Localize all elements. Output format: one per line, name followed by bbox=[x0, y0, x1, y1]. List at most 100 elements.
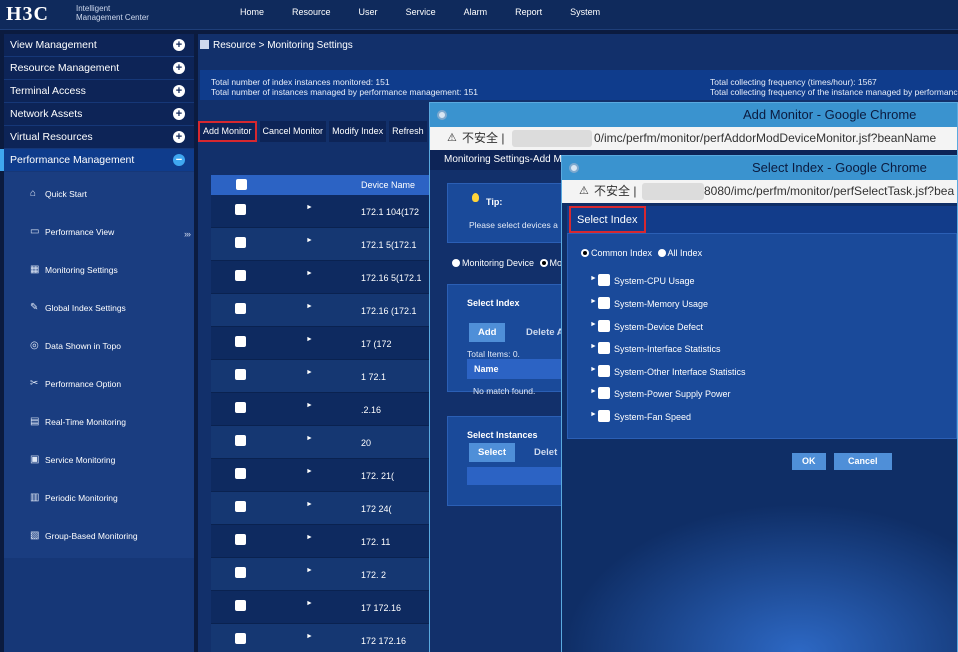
delete-instances-button[interactable]: Delet bbox=[534, 447, 557, 458]
row-checkbox[interactable] bbox=[235, 435, 246, 446]
dialog-titlebar[interactable]: Select Index - Google Chrome bbox=[562, 156, 957, 180]
table-row[interactable]: ► 172. 11 bbox=[211, 525, 441, 558]
index-checkbox[interactable] bbox=[598, 365, 610, 377]
sidebar-item-performance-view[interactable]: ▭ Performance View ››› bbox=[4, 216, 194, 254]
warning-icon[interactable]: ⚠ bbox=[579, 180, 589, 203]
dialog-titlebar[interactable]: Add Monitor - Google Chrome bbox=[430, 103, 957, 127]
menu-performance-management[interactable]: Performance Management − bbox=[0, 149, 194, 171]
table-row[interactable]: ► 172 172.16 bbox=[211, 624, 441, 652]
nav-resource[interactable]: Resource bbox=[278, 0, 345, 26]
sidebar-item-periodic-monitoring[interactable]: ▥ Periodic Monitoring bbox=[4, 482, 194, 520]
nav-home[interactable]: Home bbox=[226, 0, 278, 26]
expand-triangle-icon[interactable]: ► bbox=[590, 318, 597, 332]
name-column-header[interactable]: Name bbox=[467, 359, 569, 379]
expand-triangle-icon[interactable]: ► bbox=[590, 272, 597, 286]
index-checkbox[interactable] bbox=[598, 342, 610, 354]
plus-icon[interactable]: + bbox=[173, 85, 185, 97]
expand-triangle-icon[interactable]: ► bbox=[590, 363, 597, 377]
row-checkbox[interactable] bbox=[235, 336, 246, 347]
nav-alarm[interactable]: Alarm bbox=[450, 0, 502, 26]
expand-triangle-icon[interactable]: ► bbox=[590, 385, 597, 399]
all-index-radio[interactable] bbox=[657, 249, 666, 257]
table-row[interactable]: ► 17 172.16 bbox=[211, 591, 441, 624]
address-bar[interactable]: ⚠ 不安全 | 8080/imc/perfm/monitor/perfSelec… bbox=[562, 180, 957, 203]
nav-user[interactable]: User bbox=[345, 0, 392, 26]
address-url[interactable]: 8080/imc/perfm/monitor/perfSelectTask.js… bbox=[704, 180, 954, 203]
index-checkbox[interactable] bbox=[598, 320, 610, 332]
row-checkbox[interactable] bbox=[235, 600, 246, 611]
sidebar-item-monitoring-settings[interactable]: ▦ Monitoring Settings bbox=[4, 254, 194, 292]
sidebar-item-group-based-monitoring[interactable]: ▧ Group-Based Monitoring bbox=[4, 520, 194, 558]
table-row[interactable]: ► 20 bbox=[211, 426, 441, 459]
expand-arrows-icon[interactable]: ››› bbox=[184, 218, 191, 250]
plus-icon[interactable]: + bbox=[173, 62, 185, 74]
monitoring-device-radio[interactable] bbox=[452, 259, 460, 267]
select-all-checkbox[interactable] bbox=[236, 179, 247, 190]
cancel-monitor-button[interactable]: Cancel Monitor bbox=[259, 121, 327, 142]
minus-icon[interactable]: − bbox=[173, 154, 185, 166]
h3c-logo[interactable]: H3C bbox=[6, 3, 49, 26]
index-checkbox[interactable] bbox=[598, 297, 610, 309]
breadcrumb-text[interactable]: Resource > Monitoring Settings bbox=[213, 40, 353, 51]
menu-network-assets[interactable]: Network Assets + bbox=[4, 103, 194, 125]
row-checkbox[interactable] bbox=[235, 534, 246, 545]
expand-arrow-icon[interactable]: ► bbox=[306, 402, 313, 409]
sidebar-item-global-index-settings[interactable]: ✎ Global Index Settings bbox=[4, 292, 194, 330]
refresh-button[interactable]: Refresh bbox=[389, 121, 427, 142]
nav-system[interactable]: System bbox=[556, 0, 614, 26]
table-row[interactable]: ► 172.16 (172.1 bbox=[211, 294, 441, 327]
expand-arrow-icon[interactable]: ► bbox=[306, 600, 313, 607]
nav-report[interactable]: Report bbox=[501, 0, 556, 26]
modify-index-button[interactable]: Modify Index bbox=[329, 121, 387, 142]
expand-arrow-icon[interactable]: ► bbox=[306, 468, 313, 475]
plus-icon[interactable]: + bbox=[173, 131, 185, 143]
table-row[interactable]: ► 172. 21( bbox=[211, 459, 441, 492]
menu-virtual-resources[interactable]: Virtual Resources + bbox=[4, 126, 194, 148]
table-row[interactable]: ► 172. 2 bbox=[211, 558, 441, 591]
plus-icon[interactable]: + bbox=[173, 108, 185, 120]
index-checkbox[interactable] bbox=[598, 410, 610, 422]
sidebar-item-real-time-monitoring[interactable]: ▤ Real-Time Monitoring bbox=[4, 406, 194, 444]
expand-arrow-icon[interactable]: ► bbox=[306, 204, 313, 211]
select-button[interactable]: Select bbox=[469, 443, 515, 462]
sidebar-item-service-monitoring[interactable]: ▣ Service Monitoring bbox=[4, 444, 194, 482]
sidebar-item-performance-option[interactable]: ✂ Performance Option bbox=[4, 368, 194, 406]
expand-arrow-icon[interactable]: ► bbox=[306, 270, 313, 277]
table-row[interactable]: ► 1 72.1 bbox=[211, 360, 441, 393]
row-checkbox[interactable] bbox=[235, 501, 246, 512]
row-checkbox[interactable] bbox=[235, 369, 246, 380]
expand-arrow-icon[interactable]: ► bbox=[306, 237, 313, 244]
table-row[interactable]: ► 172 24( bbox=[211, 492, 441, 525]
expand-arrow-icon[interactable]: ► bbox=[306, 369, 313, 376]
address-bar[interactable]: ⚠ 不安全 | 0/imc/perfm/monitor/perfAddorMod… bbox=[430, 127, 957, 150]
nav-service[interactable]: Service bbox=[392, 0, 450, 26]
table-row[interactable]: ► 172.16 5(172.1 bbox=[211, 261, 441, 294]
menu-resource-management[interactable]: Resource Management + bbox=[4, 57, 194, 79]
expand-arrow-icon[interactable]: ► bbox=[306, 303, 313, 310]
cancel-button[interactable]: Cancel bbox=[834, 453, 892, 470]
row-checkbox[interactable] bbox=[235, 567, 246, 578]
row-checkbox[interactable] bbox=[235, 237, 246, 248]
row-checkbox[interactable] bbox=[235, 468, 246, 479]
sidebar-item-quick-start[interactable]: ⌂ Quick Start bbox=[4, 178, 194, 216]
expand-triangle-icon[interactable]: ► bbox=[590, 295, 597, 309]
expand-triangle-icon[interactable]: ► bbox=[590, 408, 597, 422]
expand-arrow-icon[interactable]: ► bbox=[306, 501, 313, 508]
table-row[interactable]: ► 17 (172 bbox=[211, 327, 441, 360]
add-button[interactable]: Add bbox=[469, 323, 506, 342]
index-checkbox[interactable] bbox=[598, 387, 610, 399]
table-row[interactable]: ► 172.1 104(172 bbox=[211, 195, 441, 228]
index-checkbox[interactable] bbox=[598, 274, 610, 286]
table-row[interactable]: ► 172.1 5(172.1 bbox=[211, 228, 441, 261]
expand-arrow-icon[interactable]: ► bbox=[306, 336, 313, 343]
row-checkbox[interactable] bbox=[235, 270, 246, 281]
monitoring-other-radio[interactable] bbox=[539, 259, 548, 267]
sidebar-item-data-shown-in-topo[interactable]: ◎ Data Shown in Topo bbox=[4, 330, 194, 368]
device-name-header[interactable]: Device Name bbox=[361, 175, 415, 195]
delete-all-button[interactable]: Delete A bbox=[526, 327, 564, 338]
expand-arrow-icon[interactable]: ► bbox=[306, 633, 313, 640]
ok-button[interactable]: OK bbox=[792, 453, 826, 470]
plus-icon[interactable]: + bbox=[173, 39, 185, 51]
menu-terminal-access[interactable]: Terminal Access + bbox=[4, 80, 194, 102]
expand-triangle-icon[interactable]: ► bbox=[590, 340, 597, 354]
